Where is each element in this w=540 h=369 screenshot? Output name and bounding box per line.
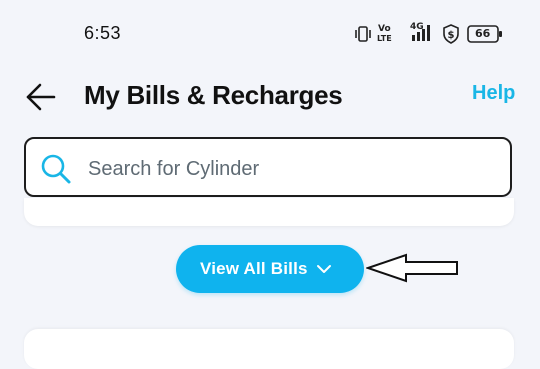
status-time: 6:53: [84, 23, 122, 43]
bills-card-top: [24, 198, 514, 226]
svg-text:$: $: [448, 30, 455, 41]
status-bar: 6:53 Vo LTE 4G $ 66: [0, 0, 540, 60]
search-icon: [40, 153, 72, 185]
volte-icon: Vo LTE: [377, 24, 392, 43]
view-all-bills-label: View All Bills: [200, 259, 308, 278]
vibrate-icon: [354, 26, 372, 47]
shield-dollar-icon: $: [442, 24, 460, 49]
annotation-arrow-icon: [364, 252, 460, 284]
search-input[interactable]: [86, 153, 490, 185]
help-link[interactable]: Help: [472, 82, 515, 105]
header: My Bills & Recharges Help: [0, 70, 540, 126]
battery-level: 66: [475, 27, 491, 40]
search-box[interactable]: [24, 137, 512, 197]
chevron-down-icon: [316, 262, 332, 276]
view-all-bills-button[interactable]: View All Bills: [176, 245, 364, 293]
battery-icon: 66: [467, 25, 503, 43]
arrow-left-icon[interactable]: [24, 80, 60, 114]
bills-card-bottom: [24, 329, 514, 369]
signal-4g-icon: 4G: [410, 22, 432, 44]
page-title: My Bills & Recharges: [84, 80, 343, 110]
